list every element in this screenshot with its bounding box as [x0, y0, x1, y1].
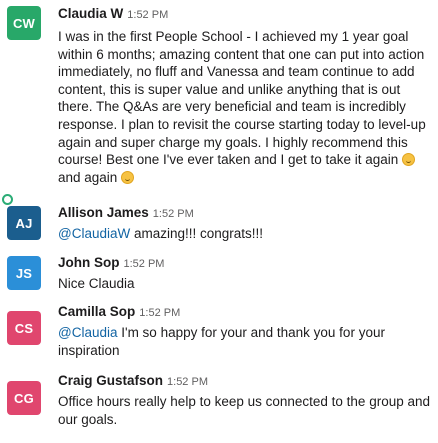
message-text: I was in the first People School - I ach… [58, 28, 430, 186]
timestamp[interactable]: 1:52 PM [139, 307, 180, 319]
message-text: Nice Claudia [58, 276, 135, 291]
avatar-aj[interactable]: AJ [7, 206, 41, 240]
sender-name[interactable]: Allison James [58, 205, 149, 220]
message-text-part: I was in the first People School - I ach… [58, 29, 426, 168]
sender-name[interactable]: John Sop [58, 255, 120, 270]
sender-name[interactable]: Claudia W [58, 6, 123, 21]
avatar-js[interactable]: JS [7, 256, 41, 290]
avatar-initials: CG [14, 390, 34, 406]
user-mention[interactable]: @ClaudiaW [58, 226, 130, 241]
timestamp[interactable]: 1:52 PM [167, 376, 208, 388]
timestamp[interactable]: 1:52 PM [124, 258, 165, 270]
avatar-initials: JS [15, 265, 33, 281]
smile-emoji-icon[interactable] [121, 170, 135, 184]
timestamp[interactable]: 1:52 PM [127, 9, 168, 21]
sender-name[interactable]: Craig Gustafson [58, 373, 163, 388]
smile-emoji-icon[interactable] [402, 153, 416, 167]
message-text-part: and again [58, 169, 122, 185]
message-text-part: amazing!!! congrats!!! [130, 226, 264, 241]
avatar-initials: CW [12, 15, 36, 31]
avatar-cw[interactable]: CW [7, 6, 41, 40]
user-mention[interactable]: @Claudia [58, 325, 117, 340]
timestamp[interactable]: 1:52 PM [153, 208, 194, 220]
status-badge [2, 194, 13, 205]
avatar-cs[interactable]: CS [7, 311, 41, 345]
message-text: Office hours really help to keep us conn… [58, 394, 430, 427]
avatar-cg[interactable]: CG [7, 381, 41, 415]
sender-name[interactable]: Camilla Sop [58, 304, 135, 319]
avatar-initials: AJ [15, 215, 33, 231]
message-text: @Claudia I'm so happy for your and thank… [58, 324, 430, 359]
message-text: @ClaudiaW amazing!!! congrats!!! [58, 225, 430, 243]
avatar-initials: CS [14, 320, 34, 336]
